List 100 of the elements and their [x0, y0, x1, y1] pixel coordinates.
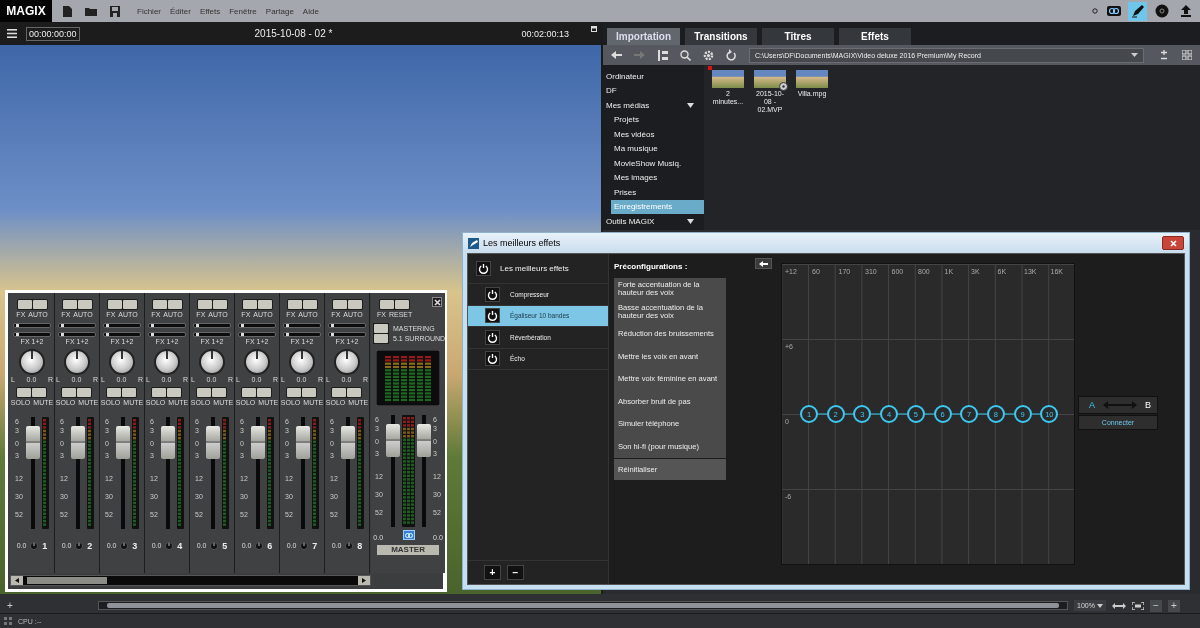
fx-button[interactable] [62, 300, 77, 309]
power-button[interactable] [485, 351, 500, 367]
slider-thumb[interactable] [195, 324, 199, 327]
slider-thumb[interactable] [60, 333, 64, 336]
mute-button[interactable] [167, 388, 182, 397]
fx-button[interactable] [152, 300, 167, 309]
mute-button[interactable] [212, 388, 227, 397]
slider-thumb[interactable] [330, 324, 334, 327]
send-slider[interactable] [148, 332, 186, 337]
tree-item[interactable]: Outils MAGIX [603, 214, 704, 229]
mute-button[interactable] [32, 388, 47, 397]
fader-thumb[interactable] [26, 426, 40, 460]
fader-thumb[interactable] [206, 426, 220, 460]
send-slider[interactable] [103, 332, 141, 337]
pan-knob[interactable] [154, 349, 180, 375]
solo-button[interactable] [332, 388, 347, 397]
power-button[interactable] [485, 286, 500, 302]
scrollbar-thumb[interactable] [27, 577, 107, 584]
pan-knob[interactable] [244, 349, 270, 375]
pan-knob[interactable] [199, 349, 225, 375]
save-button[interactable] [108, 3, 122, 19]
automation-button[interactable] [257, 300, 272, 309]
send-slider[interactable] [13, 332, 51, 337]
tree-item[interactable]: Mes images [611, 170, 704, 185]
automation-button[interactable] [77, 300, 92, 309]
solo-button[interactable] [62, 388, 77, 397]
send-slider[interactable] [148, 323, 186, 328]
slider-thumb[interactable] [15, 333, 19, 336]
send-slider[interactable] [103, 323, 141, 328]
fx-button[interactable] [332, 300, 347, 309]
slider-thumb[interactable] [105, 333, 109, 336]
send-slider[interactable] [58, 332, 96, 337]
automation-button[interactable] [32, 300, 47, 309]
fader-thumb[interactable] [161, 426, 175, 460]
tab[interactable]: Titres [762, 28, 834, 45]
fx-button[interactable] [197, 300, 212, 309]
back-button[interactable] [755, 258, 772, 269]
toolbar-button[interactable] [1128, 1, 1147, 21]
add-button[interactable]: + [4, 599, 16, 612]
scrollbar-thumb[interactable] [107, 603, 1059, 608]
mute-button[interactable] [302, 388, 317, 397]
send-slider[interactable] [328, 332, 366, 337]
close-button[interactable] [1162, 236, 1184, 250]
mute-button[interactable] [77, 388, 92, 397]
send-slider[interactable] [193, 323, 231, 328]
pan-knob[interactable] [109, 349, 135, 375]
pan-knob[interactable] [289, 349, 315, 375]
remove-effect-button[interactable]: − [507, 565, 524, 580]
scroll-right-button[interactable] [358, 576, 370, 585]
send-slider[interactable] [238, 323, 276, 328]
tree-item[interactable]: DF [603, 83, 704, 98]
slider-thumb[interactable] [285, 324, 289, 327]
fader-thumb[interactable] [116, 426, 130, 460]
fx-button[interactable] [17, 300, 32, 309]
automation-button[interactable] [347, 300, 362, 309]
menu-item[interactable]: Partage [265, 6, 294, 16]
tab[interactable]: Transitions [685, 28, 757, 45]
power-button[interactable] [485, 308, 500, 324]
mute-button[interactable] [257, 388, 272, 397]
power-button[interactable] [476, 261, 491, 276]
fader-thumb[interactable] [296, 426, 310, 460]
ab-compare-button[interactable]: A B [1078, 396, 1158, 414]
menu-button[interactable] [7, 29, 17, 38]
tree-item[interactable]: Prises [611, 185, 704, 200]
fx-button[interactable] [242, 300, 257, 309]
fx-button[interactable] [380, 300, 395, 309]
power-button[interactable] [485, 329, 500, 345]
send-slider[interactable] [283, 332, 321, 337]
tree-item[interactable]: Ordinateur [603, 69, 704, 84]
add-effect-button[interactable]: + [484, 565, 501, 580]
automation-button[interactable] [167, 300, 182, 309]
tab[interactable]: Effets [839, 28, 911, 45]
slider-thumb[interactable] [330, 333, 334, 336]
automation-button[interactable] [212, 300, 227, 309]
mute-button[interactable] [347, 388, 362, 397]
solo-button[interactable] [287, 388, 302, 397]
fader-thumb[interactable] [71, 426, 85, 460]
solo-button[interactable] [152, 388, 167, 397]
slider-thumb[interactable] [285, 333, 289, 336]
tree-item[interactable]: Mes médias [603, 98, 704, 113]
tree-item[interactable]: Mes vidéos [611, 127, 704, 142]
pan-knob[interactable] [334, 349, 360, 375]
horizontal-scrollbar[interactable] [10, 575, 371, 586]
fader-thumb[interactable] [341, 426, 355, 460]
menu-item[interactable]: Fichier [137, 6, 161, 16]
solo-button[interactable] [107, 388, 122, 397]
link-button[interactable] [402, 530, 415, 540]
horizontal-scrollbar[interactable] [98, 601, 1068, 610]
video-thumbnail[interactable] [754, 70, 786, 88]
automation-button[interactable] [302, 300, 317, 309]
slider-thumb[interactable] [15, 324, 19, 327]
reset-button[interactable] [395, 300, 410, 309]
slider-thumb[interactable] [60, 324, 64, 327]
fader-thumb[interactable] [417, 424, 432, 458]
slider-thumb[interactable] [105, 324, 109, 327]
automation-button[interactable] [122, 300, 137, 309]
close-button[interactable] [432, 297, 443, 307]
new-file-button[interactable] [61, 3, 74, 19]
send-slider[interactable] [328, 323, 366, 328]
menu-item[interactable]: Fenêtre [229, 6, 257, 16]
